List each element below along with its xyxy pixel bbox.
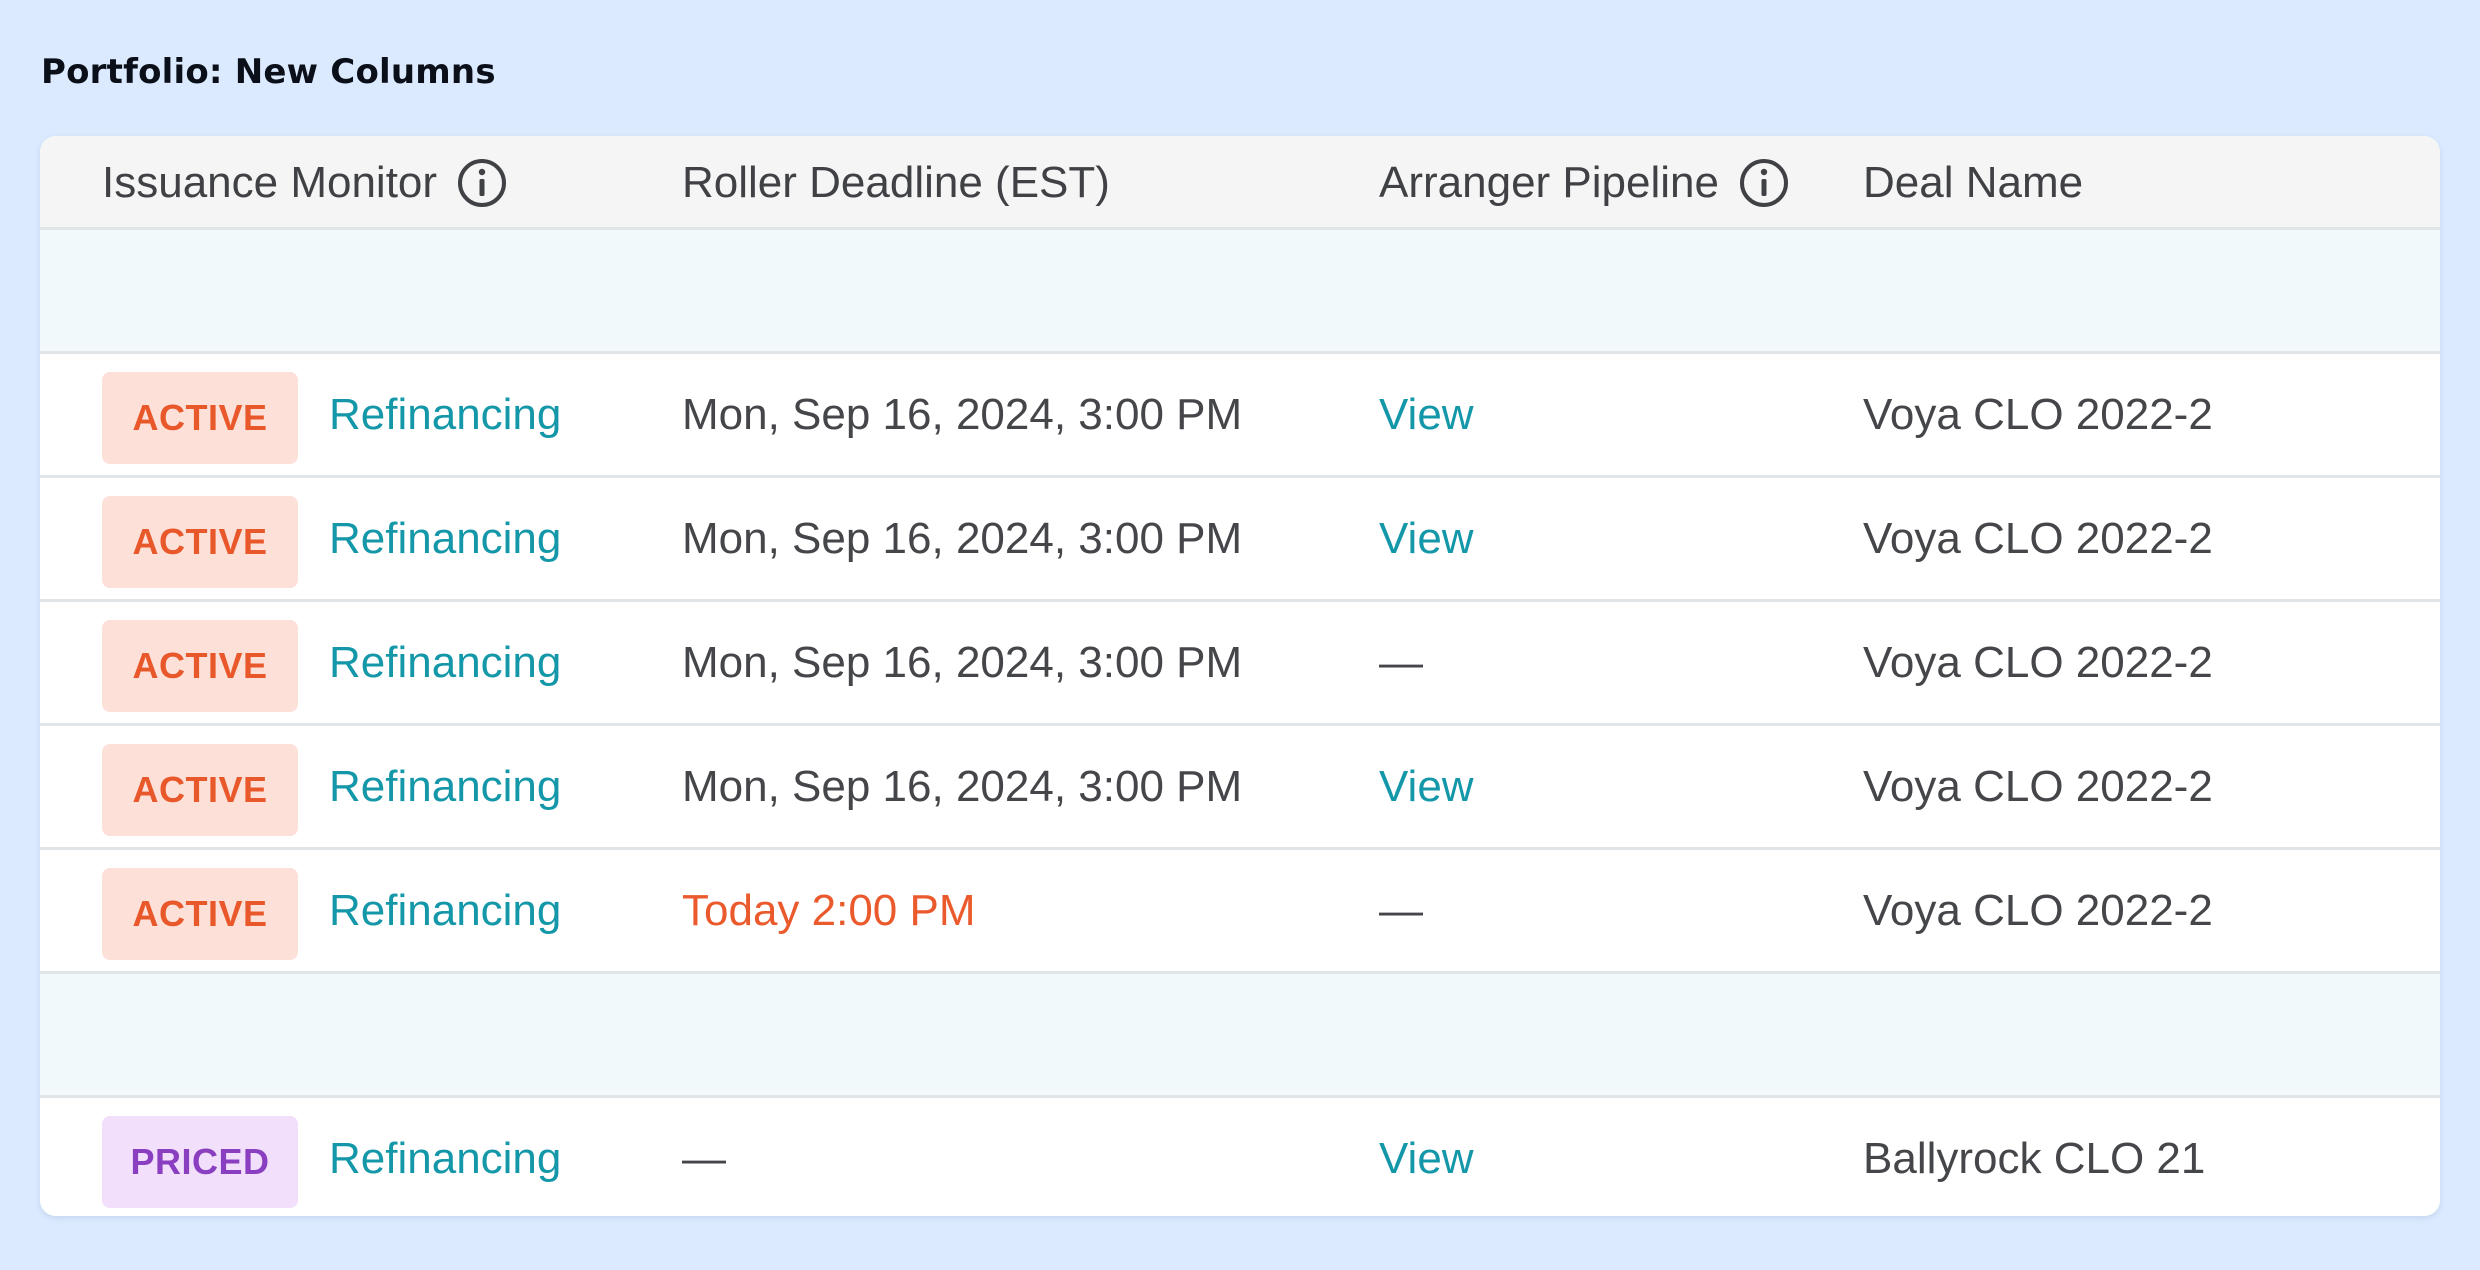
column-header-label: Arranger Pipeline [1379,158,1719,207]
issuance-type-link[interactable]: Refinancing [329,354,561,475]
column-header-label: Roller Deadline (EST) [682,158,1110,207]
deal-name: Voya CLO 2022-2 [1863,637,2213,687]
issuance-type-link[interactable]: Refinancing [329,602,561,723]
roller-deadline-alert: Today 2:00 PM [682,885,976,935]
deal-name: Voya CLO 2022-2 [1863,513,2213,563]
arranger-pipeline-view-link[interactable]: View [1379,1098,1474,1216]
status-badge: ACTIVE [102,372,298,464]
info-icon[interactable] [457,158,507,208]
arranger-pipeline-view-link[interactable]: View [1379,726,1474,847]
table-row[interactable]: ACTIVE Refinancing Mon, Sep 16, 2024, 3:… [40,602,2440,726]
status-badge: ACTIVE [102,496,298,588]
issuance-type-link[interactable]: Refinancing [329,1098,561,1216]
issuance-type-link[interactable]: Refinancing [329,726,561,847]
column-header-arranger-pipeline[interactable]: Arranger Pipeline [1379,136,1789,230]
column-header-label: Deal Name [1863,158,2084,207]
arranger-pipeline-view-link[interactable]: View [1379,354,1474,475]
table-header: Issuance Monitor Roller Deadline (EST) A… [40,136,2440,230]
column-header-roller-deadline[interactable]: Roller Deadline (EST) [682,136,1110,230]
page-title: Portfolio: New Columns [41,52,496,92]
roller-deadline: Mon, Sep 16, 2024, 3:00 PM [682,389,1243,439]
info-icon[interactable] [1739,158,1789,208]
status-badge: ACTIVE [102,620,298,712]
issuance-type-link[interactable]: Refinancing [329,850,561,971]
arranger-pipeline-view-link[interactable]: View [1379,478,1474,599]
table-row[interactable]: ACTIVE Refinancing Mon, Sep 16, 2024, 3:… [40,726,2440,850]
portfolio-table: Issuance Monitor Roller Deadline (EST) A… [40,136,2440,1216]
column-header-label: Issuance Monitor [102,158,438,207]
deal-name: Ballyrock CLO 21 [1863,1133,2206,1183]
deal-name: Voya CLO 2022-2 [1863,761,2213,811]
status-badge: ACTIVE [102,744,298,836]
issuance-type-link[interactable]: Refinancing [329,478,561,599]
column-header-deal-name[interactable]: Deal Name [1863,136,2083,230]
table-row[interactable]: ACTIVE Refinancing Mon, Sep 16, 2024, 3:… [40,478,2440,602]
roller-deadline: Mon, Sep 16, 2024, 3:00 PM [682,761,1243,811]
roller-deadline-empty: — [682,1133,726,1183]
roller-deadline: Mon, Sep 16, 2024, 3:00 PM [682,637,1243,687]
table-spacer-row [40,974,2440,1098]
status-badge: ACTIVE [102,868,298,960]
arranger-pipeline-empty: — [1379,885,1423,935]
table-row[interactable]: ACTIVE Refinancing Today 2:00 PM — Voya … [40,850,2440,974]
roller-deadline: Mon, Sep 16, 2024, 3:00 PM [682,513,1243,563]
deal-name: Voya CLO 2022-2 [1863,389,2213,439]
table-row[interactable]: PRICED Refinancing — View Ballyrock CLO … [40,1098,2440,1216]
arranger-pipeline-empty: — [1379,637,1423,687]
table-row[interactable]: ACTIVE Refinancing Mon, Sep 16, 2024, 3:… [40,354,2440,478]
deal-name: Voya CLO 2022-2 [1863,885,2213,935]
column-header-issuance-monitor[interactable]: Issuance Monitor [102,136,507,230]
status-badge: PRICED [102,1116,298,1208]
table-spacer-row [40,230,2440,354]
